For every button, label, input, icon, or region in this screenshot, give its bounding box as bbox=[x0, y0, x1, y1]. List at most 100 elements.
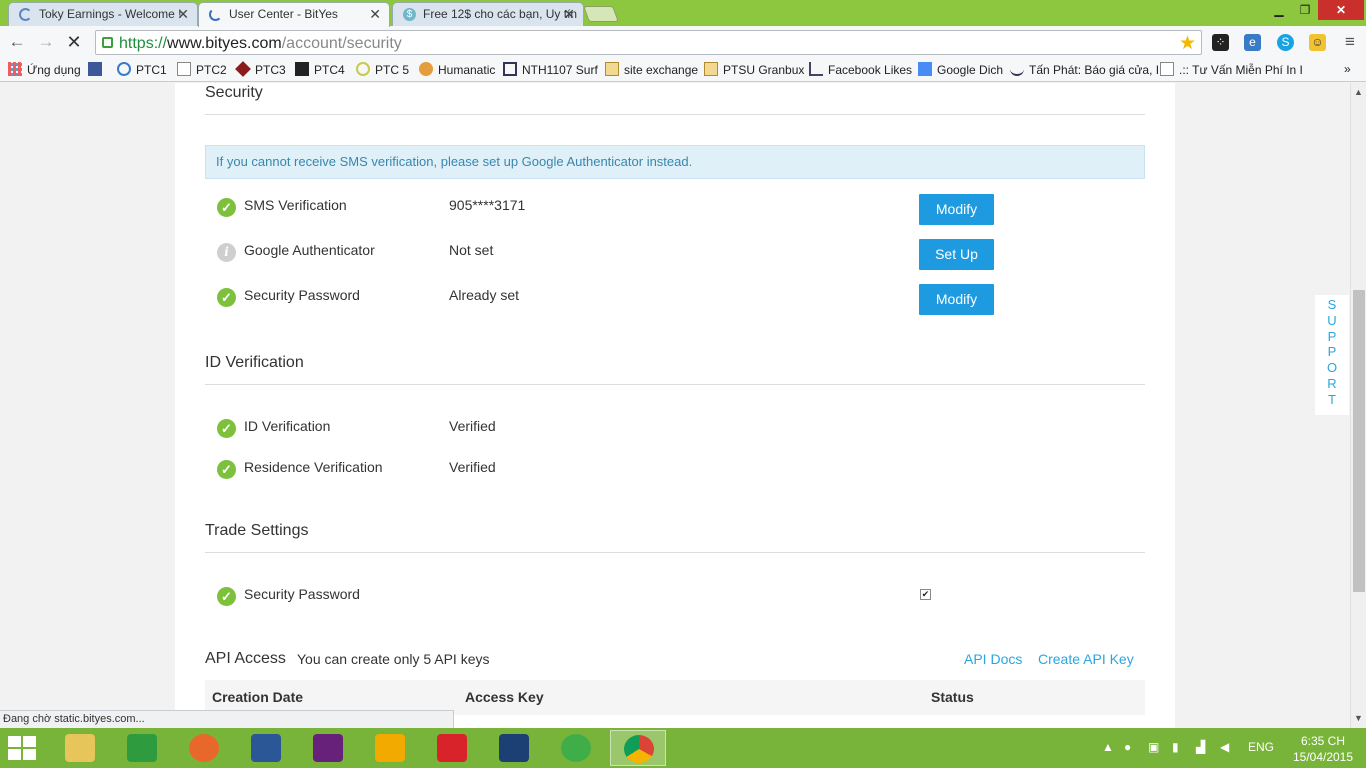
page-icon bbox=[1160, 62, 1174, 76]
file-explorer-icon[interactable] bbox=[52, 730, 108, 766]
scroll-down-icon[interactable]: ▼ bbox=[1354, 713, 1363, 723]
modify-sms-button[interactable]: Modify bbox=[919, 194, 994, 225]
divider bbox=[205, 384, 1145, 385]
dollar-favicon-icon: $ bbox=[403, 8, 416, 21]
scroll-up-icon[interactable]: ▲ bbox=[1354, 87, 1363, 97]
blackberry-extension-icon[interactable]: ⁘ bbox=[1212, 34, 1229, 51]
divider bbox=[205, 552, 1145, 553]
row-value-phone: 905****3171 bbox=[449, 197, 526, 213]
close-tab-icon[interactable]: ✕ bbox=[563, 3, 575, 25]
show-hidden-icons-icon[interactable]: ▲ bbox=[1102, 740, 1114, 754]
volume-icon[interactable]: ◀ bbox=[1220, 740, 1229, 754]
firefox-icon[interactable] bbox=[176, 730, 232, 766]
signal-icon[interactable]: ▟ bbox=[1196, 740, 1205, 754]
address-bar[interactable]: https://www.bityes.com/account/security … bbox=[95, 30, 1202, 55]
divider bbox=[205, 114, 1145, 115]
bookmark-tu-van[interactable]: .:: Tư Vấn Miễn Phí In I bbox=[1160, 62, 1303, 77]
bookmark-ptsu-granbux[interactable]: PTSU Granbux bbox=[704, 62, 804, 77]
bookmark-ptc3[interactable]: PTC3 bbox=[235, 61, 286, 77]
close-tab-icon[interactable]: ✕ bbox=[177, 3, 189, 25]
tool-app-icon[interactable] bbox=[362, 730, 418, 766]
column-header-status: Status bbox=[931, 689, 974, 705]
stop-loading-icon[interactable]: ✕ bbox=[64, 32, 84, 52]
greenshot-icon[interactable] bbox=[548, 730, 604, 766]
wave-icon bbox=[1010, 62, 1024, 76]
scrollbar-thumb[interactable] bbox=[1353, 290, 1365, 592]
minimize-icon[interactable]: ▁ bbox=[1266, 0, 1292, 20]
section-title-id-verification: ID Verification bbox=[205, 354, 304, 371]
bookmark-ptc2[interactable]: PTC2 bbox=[177, 62, 227, 77]
bookmark-google-dich[interactable]: Google Dich bbox=[918, 62, 1003, 77]
back-arrow-icon[interactable]: ← bbox=[7, 32, 27, 52]
restore-icon[interactable]: ❐ bbox=[1292, 0, 1318, 20]
trade-security-password-checkbox[interactable]: ✔ bbox=[920, 589, 931, 600]
row-label-id-verification: ID Verification bbox=[244, 418, 331, 434]
bookmark-humanatic[interactable]: Humanatic bbox=[419, 62, 495, 77]
skype-extension-icon[interactable]: S bbox=[1277, 34, 1294, 51]
row-label-google-authenticator: Google Authenticator bbox=[244, 242, 375, 258]
api-docs-link[interactable]: API Docs bbox=[964, 651, 1022, 667]
setup-authenticator-button[interactable]: Set Up bbox=[919, 239, 994, 270]
row-value-authenticator: Not set bbox=[449, 242, 494, 258]
support-tab[interactable]: S U P P O R T bbox=[1315, 295, 1349, 415]
bookmark-apps[interactable]: Ứng dụng bbox=[8, 62, 81, 77]
clock[interactable]: 6:35 CH 15/04/2015 bbox=[1292, 733, 1354, 765]
humanatic-icon bbox=[419, 62, 433, 76]
bookmark-ptc1[interactable]: PTC1 bbox=[117, 62, 167, 77]
menu-icon[interactable]: ≡ bbox=[1340, 32, 1360, 52]
bookmarks-overflow-icon[interactable]: » bbox=[1344, 62, 1351, 76]
new-tab-button[interactable] bbox=[583, 6, 619, 22]
battery-icon[interactable]: ▮ bbox=[1172, 740, 1179, 754]
network-error-icon[interactable]: ▣ bbox=[1148, 740, 1159, 754]
visual-studio-icon[interactable] bbox=[300, 730, 356, 766]
folder-icon bbox=[704, 62, 718, 76]
loading-spinner-icon bbox=[209, 8, 222, 21]
dt-app-icon[interactable] bbox=[424, 730, 480, 766]
clock-time: 6:35 CH bbox=[1300, 734, 1346, 748]
bookmark-star-icon[interactable]: ★ bbox=[1179, 32, 1196, 55]
facebook-icon[interactable] bbox=[88, 62, 107, 77]
row-value-id-verification: Verified bbox=[449, 418, 496, 434]
page-viewport: Security If you cannot receive SMS verif… bbox=[0, 83, 1350, 728]
apps-grid-icon bbox=[8, 62, 22, 76]
page-extension-icon[interactable]: e bbox=[1244, 34, 1261, 51]
api-limit-note: You can create only 5 API keys bbox=[297, 651, 490, 667]
photoshop-icon[interactable] bbox=[486, 730, 542, 766]
tab-user-center[interactable]: User Center - BitYes ✕ bbox=[198, 2, 390, 27]
windows-store-icon[interactable] bbox=[114, 730, 170, 766]
tab-toky-earnings[interactable]: Toky Earnings - Welcome ! ✕ bbox=[8, 2, 198, 26]
check-circle-icon: ✓ bbox=[217, 460, 236, 479]
close-tab-icon[interactable]: ✕ bbox=[369, 3, 381, 25]
check-circle-icon: ✓ bbox=[217, 198, 236, 217]
column-header-creation-date: Creation Date bbox=[212, 689, 304, 705]
row-value-security-password: Already set bbox=[449, 287, 520, 303]
create-api-key-link[interactable]: Create API Key bbox=[1038, 651, 1134, 667]
loading-spinner-icon bbox=[19, 8, 32, 21]
tab-free-12[interactable]: $ Free 12$ cho các bạn, Uy tín ✕ bbox=[392, 2, 584, 26]
modify-security-password-button[interactable]: Modify bbox=[919, 284, 994, 315]
word-icon[interactable] bbox=[238, 730, 294, 766]
windows-start-icon[interactable] bbox=[8, 736, 38, 762]
tab-title: Free 12$ cho các bạn, Uy tín bbox=[423, 7, 578, 21]
bookmark-ptc4[interactable]: PTC4 bbox=[295, 62, 345, 77]
bookmark-nth1107[interactable]: NTH1107 Surf bbox=[503, 62, 598, 77]
share-icon bbox=[809, 62, 823, 76]
bookmark-site-exchange[interactable]: site exchange bbox=[605, 62, 698, 77]
url-text: https://www.bityes.com/account/security bbox=[119, 35, 402, 52]
emoji-extension-icon[interactable]: ☺ bbox=[1309, 34, 1326, 51]
bookmark-tan-phat[interactable]: Tấn Phát: Báo giá cửa, I bbox=[1010, 62, 1159, 77]
close-window-icon[interactable]: ✕ bbox=[1318, 0, 1364, 20]
browser-status-bubble: Đang chờ static.bityes.com... bbox=[0, 710, 454, 728]
forward-arrow-icon[interactable]: → bbox=[36, 32, 56, 52]
bookmark-ptc5[interactable]: PTC 5 bbox=[356, 62, 409, 77]
page-scrollbar[interactable]: ▲ ▼ bbox=[1350, 83, 1366, 728]
tray-app-icon[interactable]: ● bbox=[1124, 740, 1131, 754]
check-circle-icon: ✓ bbox=[217, 288, 236, 307]
tab-title: User Center - BitYes bbox=[229, 7, 338, 21]
section-title-api-access: API Access bbox=[205, 650, 286, 667]
chrome-icon[interactable] bbox=[610, 730, 666, 766]
browser-tab-strip: Toky Earnings - Welcome ! ✕ User Center … bbox=[0, 0, 1366, 27]
language-indicator[interactable]: ENG bbox=[1248, 740, 1274, 754]
bookmark-facebook-likes[interactable]: Facebook Likes bbox=[809, 62, 912, 77]
section-title-security: Security bbox=[205, 84, 263, 101]
